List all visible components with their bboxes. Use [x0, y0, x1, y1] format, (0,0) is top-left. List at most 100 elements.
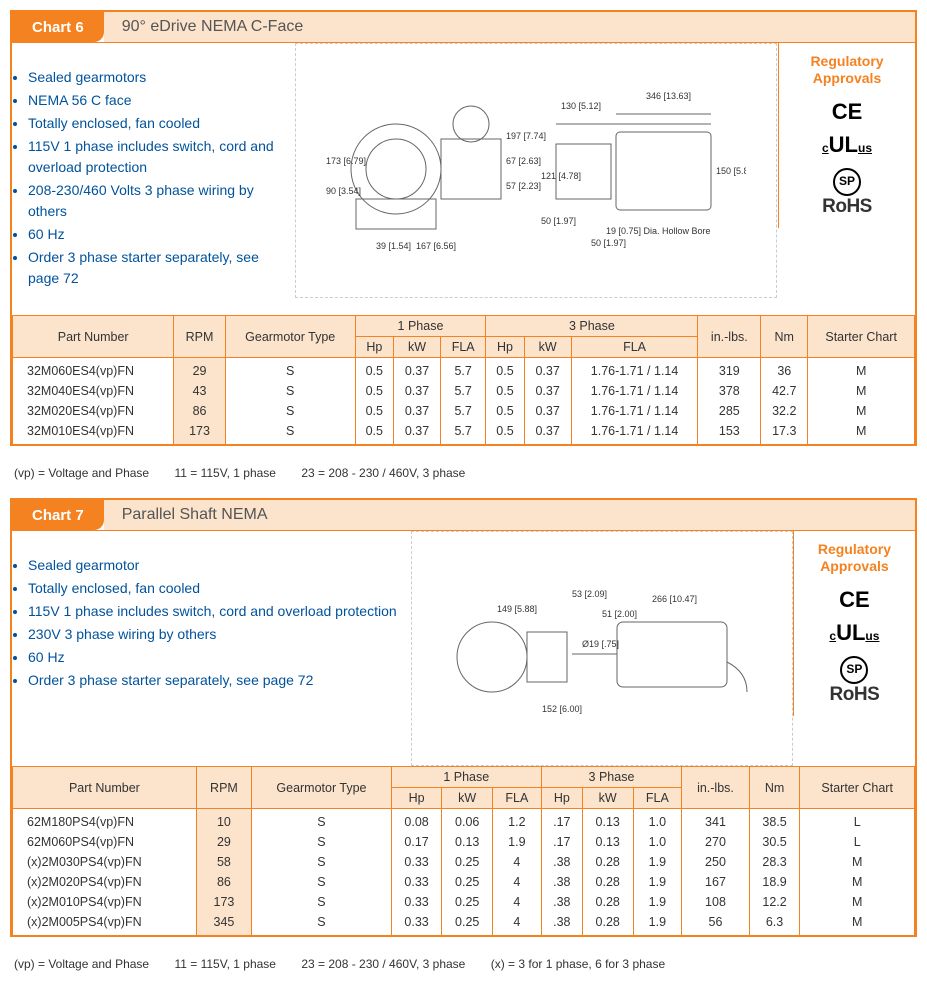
cell-rpm: 10 — [196, 809, 251, 833]
cell-fla3: 1.9 — [633, 892, 682, 912]
cell-hp3: 0.5 — [486, 421, 524, 444]
cell-type: S — [252, 852, 392, 872]
bullet-item: 230V 3 phase wiring by others — [28, 624, 405, 645]
cell-type: S — [252, 809, 392, 833]
cell-inlbs: 378 — [698, 381, 761, 401]
table-row: (x)2M010PS4(vp)FN173S0.330.254.380.281.9… — [13, 892, 915, 912]
cell-kw1: 0.25 — [442, 852, 493, 872]
engineering-drawing-icon: 149 [5.88] 53 [2.09] 51 [2.00] Ø19 [.75]… — [411, 531, 793, 766]
col-nm: Nm — [749, 767, 800, 809]
bullet-item: 60 Hz — [28, 647, 405, 668]
cell-hp1: 0.33 — [391, 912, 442, 935]
cell-inlbs: 167 — [682, 872, 750, 892]
cell-starter: L — [800, 809, 915, 833]
cell-part: 62M060PS4(vp)FN — [13, 832, 197, 852]
cell-nm: 28.3 — [749, 852, 800, 872]
chart7-block: Chart 7 Parallel Shaft NEMA Sealed gearm… — [10, 498, 917, 937]
bullet-item: 60 Hz — [28, 224, 288, 245]
chart6-footnote: (vp) = Voltage and Phase 11 = 115V, 1 ph… — [14, 466, 917, 480]
cell-type: S — [252, 832, 392, 852]
table-row: 32M020ES4(vp)FN86S0.50.375.70.50.371.76-… — [13, 401, 915, 421]
cell-fla3: 1.76-1.71 / 1.14 — [571, 358, 698, 382]
chart6-tab: Chart 6 — [12, 12, 104, 42]
cell-inlbs: 250 — [682, 852, 750, 872]
cell-hp3: 0.5 — [486, 381, 524, 401]
cell-fla3: 1.9 — [633, 872, 682, 892]
cell-part: 32M060ES4(vp)FN — [13, 358, 174, 382]
cell-nm: 42.7 — [761, 381, 808, 401]
svg-text:53 [2.09]: 53 [2.09] — [572, 589, 607, 599]
chart7-tbody: 62M180PS4(vp)FN10S0.080.061.2.170.131.03… — [13, 809, 915, 936]
csa-icon: SP — [787, 161, 907, 196]
cell-hp1: 0.33 — [391, 872, 442, 892]
cell-type: S — [252, 872, 392, 892]
cell-nm: 12.2 — [749, 892, 800, 912]
col-part: Part Number — [13, 767, 197, 809]
svg-text:149 [5.88]: 149 [5.88] — [497, 604, 537, 614]
svg-text:150 [5.89]: 150 [5.89] — [716, 166, 746, 176]
cell-kw3: 0.37 — [524, 358, 571, 382]
col-1phase: 1 Phase — [391, 767, 541, 788]
cell-fla1: 4 — [493, 852, 542, 872]
cell-part: 32M020ES4(vp)FN — [13, 401, 174, 421]
cell-starter: M — [800, 852, 915, 872]
cell-hp1: 0.17 — [391, 832, 442, 852]
cell-fla1: 5.7 — [441, 421, 486, 444]
cell-hp1: 0.5 — [355, 421, 393, 444]
chart7-title: Parallel Shaft NEMA — [104, 500, 915, 530]
chart6-body: Sealed gearmotorsNEMA 56 C faceTotally e… — [12, 43, 915, 315]
chart6-table: Part Number RPM Gearmotor Type 1 Phase 3… — [12, 315, 915, 444]
chart6-tbody: 32M060ES4(vp)FN29S0.50.375.70.50.371.76-… — [13, 358, 915, 445]
col-1phase: 1 Phase — [355, 316, 486, 337]
table-row: (x)2M030PS4(vp)FN58S0.330.254.380.281.92… — [13, 852, 915, 872]
cell-hp1: 0.33 — [391, 852, 442, 872]
cell-kw3: 0.28 — [582, 872, 633, 892]
cell-type: S — [252, 892, 392, 912]
cell-fla1: 4 — [493, 892, 542, 912]
svg-text:39 [1.54]: 39 [1.54] — [376, 241, 411, 251]
cell-hp3: .38 — [541, 872, 582, 892]
reg-title: RegulatoryApprovals — [787, 53, 907, 87]
cell-kw3: 0.28 — [582, 852, 633, 872]
cell-kw1: 0.25 — [442, 872, 493, 892]
cell-hp3: .38 — [541, 912, 582, 935]
cell-fla1: 4 — [493, 912, 542, 935]
cell-hp1: 0.5 — [355, 381, 393, 401]
cell-nm: 38.5 — [749, 809, 800, 833]
chart7-footnote: (vp) = Voltage and Phase 11 = 115V, 1 ph… — [14, 957, 917, 971]
cell-fla1: 5.7 — [441, 401, 486, 421]
col-inlbs: in.-lbs. — [682, 767, 750, 809]
chart7-tab: Chart 7 — [12, 500, 104, 530]
cell-fla1: 1.9 — [493, 832, 542, 852]
svg-text:266 [10.47]: 266 [10.47] — [652, 594, 697, 604]
svg-text:51 [2.00]: 51 [2.00] — [602, 609, 637, 619]
cell-fla1: 5.7 — [441, 381, 486, 401]
table-row: 62M180PS4(vp)FN10S0.080.061.2.170.131.03… — [13, 809, 915, 833]
cell-kw1: 0.06 — [442, 809, 493, 833]
chart7-bullets: Sealed gearmotorTotally enclosed, fan co… — [12, 545, 411, 703]
col-inlbs: in.-lbs. — [698, 316, 761, 358]
bullet-item: Totally enclosed, fan cooled — [28, 113, 288, 134]
chart7-diagram: 149 [5.88] 53 [2.09] 51 [2.00] Ø19 [.75]… — [411, 531, 793, 766]
cell-kw3: 0.37 — [524, 421, 571, 444]
cell-kw1: 0.13 — [442, 832, 493, 852]
chart6-regulatory: RegulatoryApprovals CE cULus SP RoHS — [778, 43, 915, 228]
cell-starter: M — [800, 912, 915, 935]
chart7-regulatory: RegulatoryApprovals CE cULus SP RoHS — [793, 531, 915, 716]
rohs-icon: RoHS — [787, 196, 907, 218]
cell-inlbs: 319 — [698, 358, 761, 382]
col-starter: Starter Chart — [808, 316, 915, 358]
cell-inlbs: 153 — [698, 421, 761, 444]
col-rpm: RPM — [196, 767, 251, 809]
cell-fla3: 1.9 — [633, 852, 682, 872]
engineering-drawing-icon: 173 [6.79] 90 [3.54] 39 [1.54] 167 [6.56… — [295, 43, 777, 298]
col-type: Gearmotor Type — [225, 316, 355, 358]
cell-kw1: 0.37 — [393, 401, 440, 421]
table-row: 62M060PS4(vp)FN29S0.170.131.9.170.131.02… — [13, 832, 915, 852]
col-3phase: 3 Phase — [541, 767, 682, 788]
cell-inlbs: 270 — [682, 832, 750, 852]
chart6-title: 90° eDrive NEMA C-Face — [104, 12, 915, 42]
svg-text:67 [2.63]: 67 [2.63] — [506, 156, 541, 166]
col-starter: Starter Chart — [800, 767, 915, 809]
svg-text:121 [4.78]: 121 [4.78] — [541, 171, 581, 181]
